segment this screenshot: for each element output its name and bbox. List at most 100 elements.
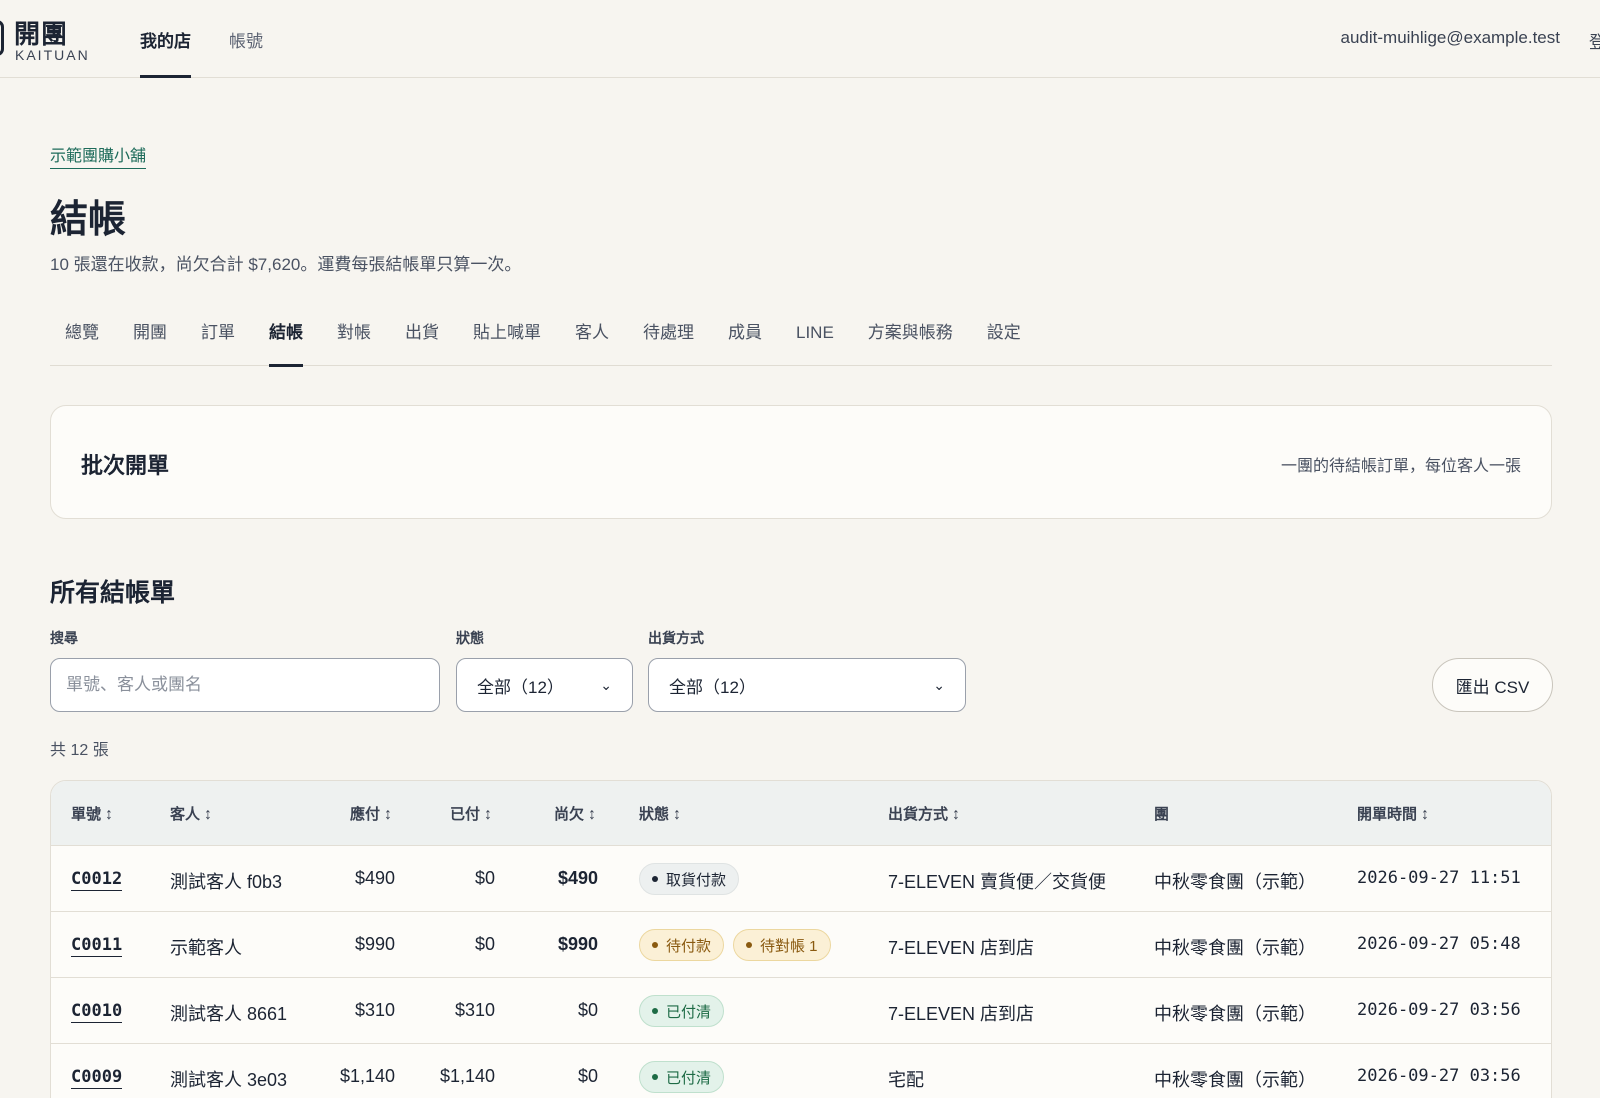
amount-owed: $990 bbox=[557, 934, 598, 954]
group-name: 中秋零食團（示範） bbox=[1154, 872, 1316, 892]
header-status[interactable]: 狀態 ↕ bbox=[639, 803, 681, 824]
bills-table: 單號 ↕ 客人 ↕ 應付 ↕ 已付 ↕ 尚欠 ↕ 狀態 ↕ 出貨方式 ↕ 團 開單時間 ↕ C0… bbox=[50, 780, 1552, 1098]
status-dot-icon bbox=[652, 1008, 658, 1014]
tab-shipping[interactable]: 出貨 bbox=[405, 316, 439, 366]
batch-open-card[interactable]: 批次開單 一團的待結帳訂單，每位客人一張 bbox=[50, 405, 1552, 519]
header-owed[interactable]: 尚欠 ↕ bbox=[554, 803, 596, 824]
header-code[interactable]: 單號 ↕ bbox=[71, 803, 113, 824]
table-row[interactable]: C0011 示範客人 $990 $0 $990 待付款 待對帳 1 7-ELEV… bbox=[51, 912, 1551, 978]
opened-time: 2026-09-27 11:51 bbox=[1357, 868, 1521, 888]
tab-orders[interactable]: 訂單 bbox=[201, 316, 235, 366]
amount-paid: $0 bbox=[474, 934, 495, 954]
status-badge: 已付清 bbox=[639, 995, 725, 1027]
header-customer[interactable]: 客人 ↕ bbox=[170, 803, 212, 824]
bill-count: 共 12 張 bbox=[50, 742, 109, 759]
sort-icon: ↕ bbox=[204, 806, 213, 823]
status-select[interactable]: 全部（12） ⌄ bbox=[456, 658, 633, 712]
shipping-method: 7-ELEVEN 店到店 bbox=[888, 938, 1035, 958]
nav-my-shop[interactable]: 我的店 bbox=[140, 0, 191, 78]
bill-code-link[interactable]: C0010 bbox=[71, 1001, 123, 1023]
tab-customers[interactable]: 客人 bbox=[575, 316, 609, 366]
status-select-value: 全部（12） bbox=[477, 677, 564, 697]
sort-icon: ↕ bbox=[384, 806, 393, 823]
customer-name: 示範客人 bbox=[170, 938, 242, 958]
tab-overview[interactable]: 總覽 bbox=[65, 316, 99, 366]
tab-pending[interactable]: 待處理 bbox=[643, 316, 694, 366]
amount-owed: $0 bbox=[577, 1000, 598, 1020]
tab-groups[interactable]: 開團 bbox=[133, 316, 167, 366]
header-group: 團 bbox=[1154, 806, 1170, 823]
sort-icon: ↕ bbox=[588, 806, 597, 823]
chevron-down-icon: ⌄ bbox=[933, 676, 945, 693]
logo-subtext: KAITUAN bbox=[15, 47, 90, 63]
amount-due: $490 bbox=[354, 868, 395, 888]
tab-plans-billing[interactable]: 方案與帳務 bbox=[868, 316, 953, 366]
tab-checkout[interactable]: 結帳 bbox=[269, 316, 303, 367]
amount-due: $1,140 bbox=[339, 1066, 395, 1086]
customer-name: 測試客人 3e03 bbox=[170, 1070, 288, 1090]
shop-tabs: 總覽 開團 訂單 結帳 對帳 出貨 貼上喊單 客人 待處理 成員 LINE 方案… bbox=[50, 316, 1552, 367]
bills-section-title: 所有結帳單 bbox=[50, 579, 176, 607]
status-dot-icon bbox=[652, 876, 658, 882]
tab-settings[interactable]: 設定 bbox=[987, 316, 1021, 366]
header-opened[interactable]: 開單時間 ↕ bbox=[1357, 803, 1429, 824]
group-name: 中秋零食團（示範） bbox=[1154, 1070, 1316, 1090]
sort-icon: ↕ bbox=[952, 806, 961, 823]
header-due[interactable]: 應付 ↕ bbox=[350, 803, 392, 824]
chevron-down-icon: ⌄ bbox=[600, 676, 612, 693]
tab-reconcile[interactable]: 對帳 bbox=[337, 316, 371, 366]
status-badge: 取貨付款 bbox=[639, 863, 740, 895]
tab-paste-orders[interactable]: 貼上喊單 bbox=[473, 316, 541, 366]
amount-due: $310 bbox=[354, 1000, 395, 1020]
status-dot-icon bbox=[652, 1074, 658, 1080]
table-row[interactable]: C0012 測試客人 f0b3 $490 $0 $490 取貨付款 7-ELEV… bbox=[51, 846, 1551, 912]
status-badge: 待對帳 1 bbox=[733, 929, 831, 961]
nav-account[interactable]: 帳號 bbox=[229, 0, 263, 78]
customer-name: 測試客人 8661 bbox=[170, 1004, 288, 1024]
shipping-method: 7-ELEVEN 店到店 bbox=[888, 1004, 1035, 1024]
status-label: 狀態 bbox=[456, 630, 484, 646]
page-summary: 10 張還在收款，尚欠合計 $7,620。運費每張結帳單只算一次。 bbox=[50, 255, 522, 274]
user-email: audit-muihlige@example.test bbox=[1340, 28, 1560, 47]
page-title: 結帳 bbox=[50, 199, 127, 241]
sort-icon: ↕ bbox=[673, 806, 682, 823]
amount-paid: $1,140 bbox=[439, 1066, 495, 1086]
header-paid[interactable]: 已付 ↕ bbox=[450, 803, 492, 824]
search-input[interactable] bbox=[50, 658, 440, 712]
group-name: 中秋零食團（示範） bbox=[1154, 1004, 1316, 1024]
shipping-label: 出貨方式 bbox=[648, 630, 704, 646]
opened-time: 2026-09-27 05:48 bbox=[1357, 934, 1521, 954]
tab-members[interactable]: 成員 bbox=[728, 316, 762, 366]
status-badge: 已付清 bbox=[639, 1061, 725, 1093]
amount-due: $990 bbox=[354, 934, 395, 954]
shipping-select[interactable]: 全部（12） ⌄ bbox=[648, 658, 966, 712]
shipping-method: 宅配 bbox=[888, 1070, 924, 1090]
tab-line[interactable]: LINE bbox=[796, 316, 834, 366]
search-label: 搜尋 bbox=[50, 630, 78, 646]
sort-icon: ↕ bbox=[105, 806, 114, 823]
status-badge: 待付款 bbox=[639, 929, 725, 961]
amount-paid: $310 bbox=[454, 1000, 495, 1020]
shop-breadcrumb-link[interactable]: 示範團購小舖 bbox=[50, 142, 147, 169]
logo-text[interactable]: 開團 bbox=[14, 14, 68, 51]
sort-icon: ↕ bbox=[484, 806, 493, 823]
amount-owed: $490 bbox=[557, 868, 598, 888]
sort-icon: ↕ bbox=[1421, 806, 1430, 823]
group-name: 中秋零食團（示範） bbox=[1154, 938, 1316, 958]
table-header: 單號 ↕ 客人 ↕ 應付 ↕ 已付 ↕ 尚欠 ↕ 狀態 ↕ 出貨方式 ↕ 團 開單時間 ↕ bbox=[51, 781, 1551, 846]
table-row[interactable]: C0010 測試客人 8661 $310 $310 $0 已付清 7-ELEVE… bbox=[51, 978, 1551, 1044]
top-bar: 開團 KAITUAN 我的店 帳號 audit-muihlige@example… bbox=[0, 0, 1600, 78]
batch-hint: 一團的待結帳訂單，每位客人一張 bbox=[1280, 458, 1521, 475]
bill-code-link[interactable]: C0011 bbox=[71, 935, 123, 957]
bill-code-link[interactable]: C0009 bbox=[71, 1067, 123, 1089]
opened-time: 2026-09-27 03:56 bbox=[1357, 1066, 1521, 1086]
header-shipping[interactable]: 出貨方式 ↕ bbox=[888, 803, 960, 824]
status-dot-icon bbox=[746, 942, 753, 948]
table-row[interactable]: C0009 測試客人 3e03 $1,140 $1,140 $0 已付清 宅配 … bbox=[51, 1044, 1551, 1098]
batch-title: 批次開單 bbox=[81, 453, 170, 478]
export-csv-button[interactable]: 匯出 CSV bbox=[1432, 658, 1553, 712]
logout-link[interactable]: 登 bbox=[1589, 28, 1600, 53]
logo-icon bbox=[0, 20, 4, 56]
amount-owed: $0 bbox=[577, 1066, 598, 1086]
bill-code-link[interactable]: C0012 bbox=[71, 869, 123, 891]
